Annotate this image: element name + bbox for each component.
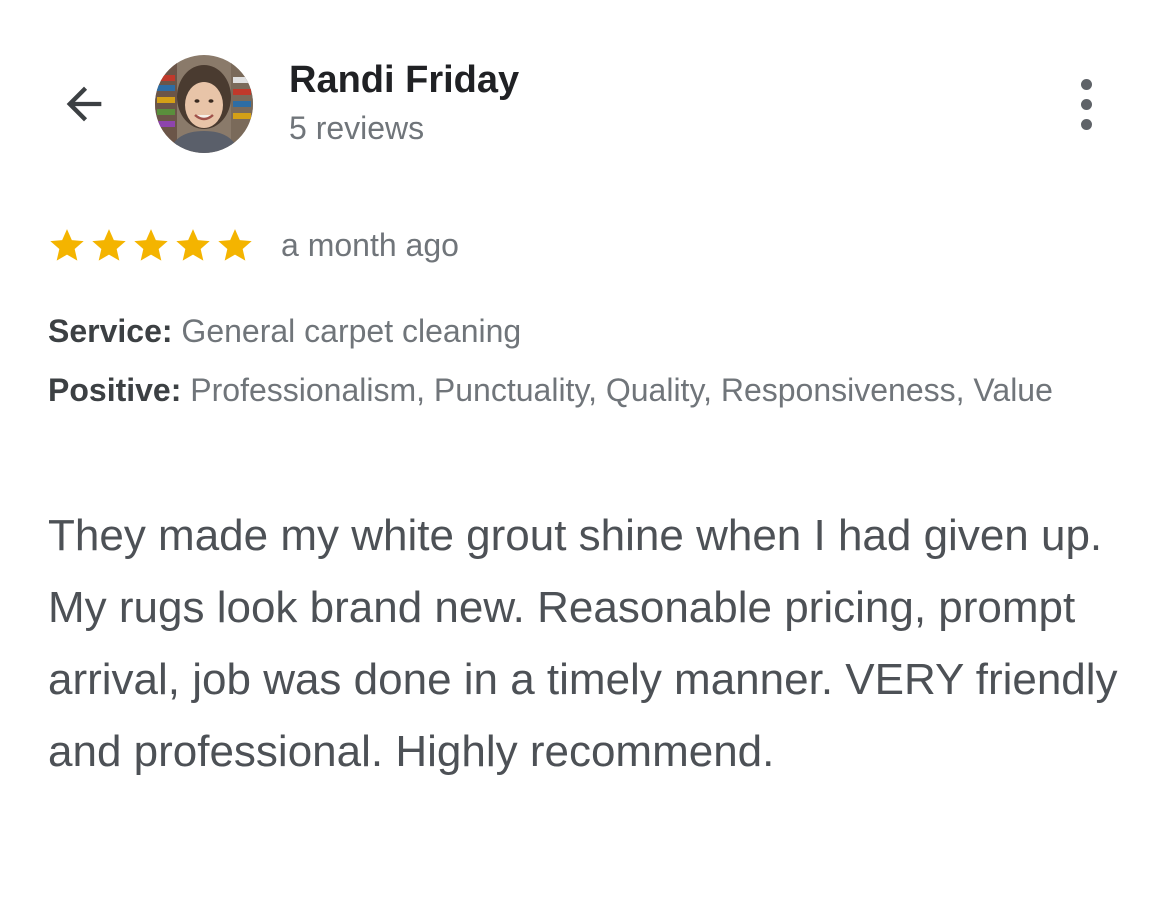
star-rating (47, 225, 255, 265)
service-value: General carpet cleaning (181, 313, 522, 349)
review-date: a month ago (281, 226, 459, 263)
service-label: Service: (48, 313, 173, 349)
avatar[interactable] (155, 55, 253, 153)
star-icon (92, 229, 126, 261)
reviewer-name[interactable]: Randi Friday (289, 57, 519, 103)
review-text: They made my white grout shine when I ha… (48, 511, 1118, 776)
star-icon (218, 229, 252, 261)
review-count[interactable]: 5 reviews (289, 108, 424, 148)
positive-label: Positive: (48, 372, 182, 408)
star-icon (50, 229, 84, 261)
service-line: Service: General carpet cleaning (48, 307, 1108, 355)
positive-value: Professionalism, Punctuality, Quality, R… (190, 372, 1053, 408)
star-icon (134, 229, 168, 261)
more-vertical-icon (1080, 78, 1092, 130)
arrow-left-icon (66, 86, 102, 122)
reviewer-photo (155, 55, 253, 153)
positive-line: Positive: Professionalism, Punctuality, … (48, 366, 1108, 414)
back-button[interactable] (52, 74, 116, 134)
more-options-button[interactable] (1062, 74, 1110, 134)
rating-row: a month ago (47, 222, 459, 268)
star-icon (176, 229, 210, 261)
